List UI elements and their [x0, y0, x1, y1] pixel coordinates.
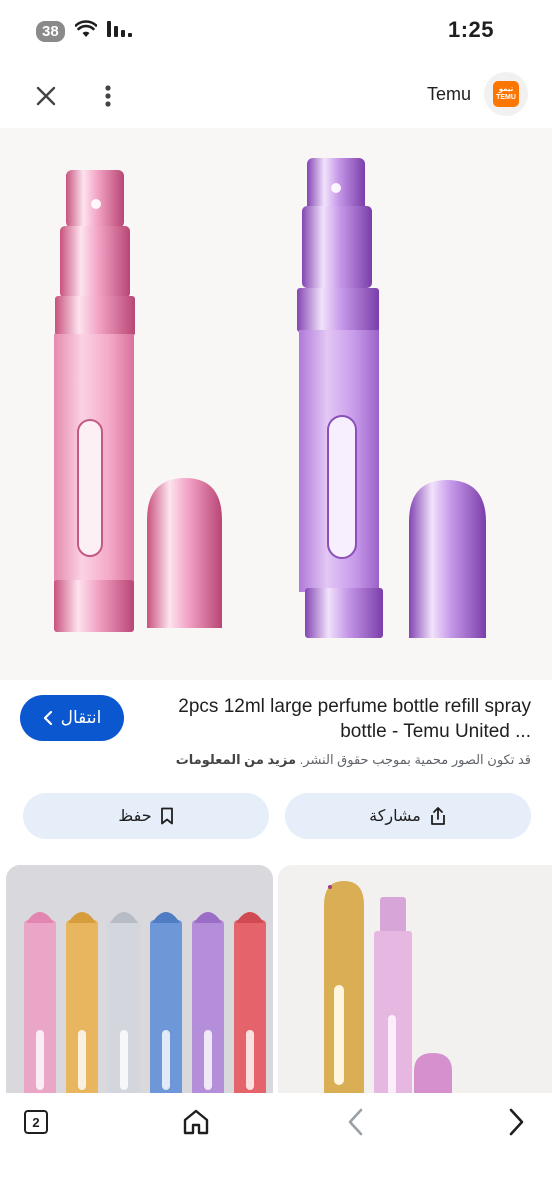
- signal-icon: [106, 21, 133, 42]
- home-button[interactable]: [181, 1107, 211, 1137]
- network-badge: 38: [36, 21, 65, 42]
- copyright-notice: قد تكون الصور محمية بموجب حقوق النشر. مز…: [176, 752, 531, 768]
- hero-image[interactable]: [0, 128, 552, 680]
- bottom-nav: 2: [0, 1093, 552, 1194]
- status-left: 38: [36, 20, 133, 43]
- multicolor-bottles-image: [24, 912, 266, 1095]
- wifi-icon: [74, 20, 98, 43]
- chevron-left-icon: [43, 711, 52, 725]
- related-image-2[interactable]: [278, 865, 552, 1095]
- share-icon: [430, 807, 445, 825]
- tabs-button[interactable]: 2: [24, 1110, 48, 1134]
- status-time: 1:25: [447, 17, 494, 42]
- temu-logo-icon: تيمو TEMU: [493, 81, 519, 107]
- visit-label: انتقال: [60, 708, 102, 727]
- share-button[interactable]: مشاركة: [285, 793, 531, 839]
- logo-text-top: تيمو: [498, 86, 514, 93]
- related-image-1[interactable]: [6, 865, 273, 1095]
- close-button[interactable]: [30, 80, 62, 112]
- forward-button[interactable]: [504, 1107, 528, 1137]
- chevron-right-icon: [509, 1108, 524, 1136]
- save-label: حفظ: [118, 808, 152, 825]
- copyright-text: قد تكون الصور محمية بموجب حقوق النشر.: [299, 752, 531, 767]
- purple-bottle: [297, 158, 383, 638]
- chevron-left-icon: [348, 1108, 363, 1136]
- pink-bottle: [54, 170, 135, 632]
- more-info-link[interactable]: مزيد من المعلومات: [176, 752, 296, 767]
- share-label: مشاركة: [369, 808, 421, 825]
- visit-button[interactable]: انتقال: [20, 695, 124, 741]
- more-vert-icon: [105, 85, 111, 107]
- perfume-bottles-image: [54, 158, 486, 638]
- save-button[interactable]: حفظ: [23, 793, 269, 839]
- home-icon: [183, 1109, 209, 1135]
- close-icon: [36, 86, 56, 106]
- site-logo[interactable]: تيمو TEMU: [484, 72, 528, 116]
- more-options-button[interactable]: [96, 80, 120, 112]
- bookmark-icon: [160, 807, 173, 825]
- back-button[interactable]: [344, 1107, 368, 1137]
- status-bar: 38 1:25: [0, 0, 552, 62]
- result-title[interactable]: 2pcs 12ml large perfume bottle refill sp…: [151, 694, 531, 744]
- site-name[interactable]: Temu: [427, 84, 471, 105]
- logo-text-bottom: TEMU: [496, 94, 516, 101]
- gold-pink-bottles-image: [324, 881, 452, 1095]
- top-bar: Temu تيمو TEMU: [0, 62, 552, 128]
